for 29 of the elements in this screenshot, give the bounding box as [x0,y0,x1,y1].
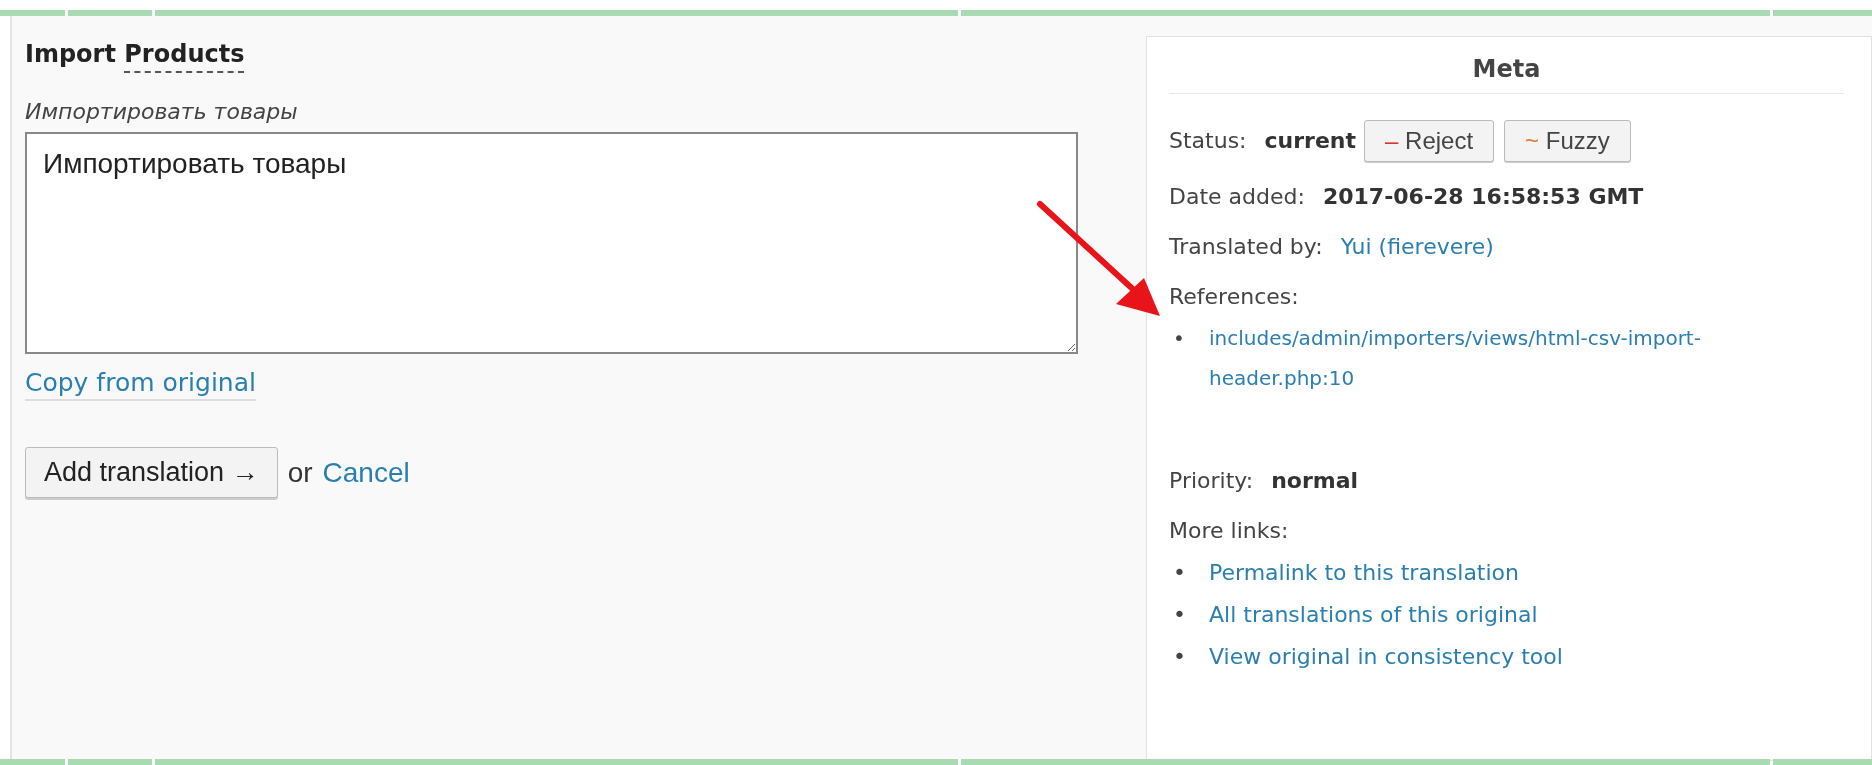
date-added-label: Date added: [1169,183,1305,211]
bullet: • [1172,325,1186,352]
hint-text: Импортировать товары [25,99,299,124]
priority-value: normal [1271,467,1359,495]
reject-button[interactable]: – Reject [1364,120,1495,162]
date-added-value: 2017-06-28 16:58:53 GMT [1322,183,1644,211]
fuzzy-button[interactable]: ~ Fuzzy [1504,120,1631,162]
bullet: • [1172,643,1187,671]
status-label: Status: [1169,127,1247,155]
reference-link[interactable]: includes/admin/importers/views/html-csv-import-header.php:10 [1209,318,1809,398]
translator-label: Translated by: [1169,233,1323,261]
or-text: or [287,456,313,489]
meta-heading: Meta [1169,55,1844,94]
translator-link[interactable]: Yui (fierevere) [1340,232,1494,262]
more-link[interactable]: All translations of this original [1209,594,1538,636]
status-value: current [1264,127,1357,155]
cancel-link[interactable]: Cancel [322,456,410,489]
bullet: • [1172,559,1187,587]
original-text: Import [25,40,117,70]
more-links-label: More links: [1169,517,1289,545]
translation-field[interactable]: Импортировать товары [25,132,1078,354]
more-link[interactable]: View original in consistency tool [1209,636,1563,678]
bullet: • [1172,601,1187,629]
more-link[interactable]: Permalink to this translation [1209,552,1519,594]
references-label: References: [1169,283,1299,311]
copy-from-original-link[interactable]: Copy from original [25,368,256,401]
add-translation-button[interactable]: Add translation → [25,447,278,498]
priority-label: Priority: [1169,467,1254,495]
glossary-term[interactable]: Products [124,40,245,73]
